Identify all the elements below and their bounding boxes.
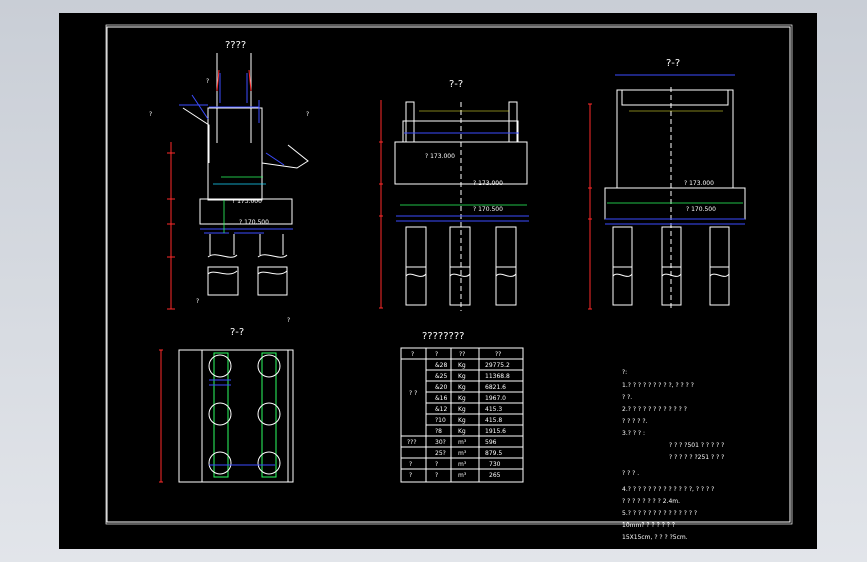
svg-text:?: ? (409, 472, 412, 479)
svg-text:&25: &25 (435, 373, 447, 380)
svg-text:? ? ? .: ? ? ? . (622, 470, 639, 477)
svg-text:6821.6: 6821.6 (485, 384, 506, 391)
svg-text:?: ? (409, 461, 412, 468)
svg-text:?: ? (435, 472, 438, 479)
drawing-canvas[interactable]: ???? ? ? ? ? 173.000 ? 170.500 ? ? ?-? ?… (59, 13, 817, 549)
section-a-elev-1: ? 173.000 (425, 153, 455, 160)
svg-text:? ?.: ? ?. (622, 394, 632, 401)
svg-text:&20: &20 (435, 384, 447, 391)
right-cut-side: ? (306, 111, 309, 118)
elevation-title: ???? (225, 40, 246, 51)
svg-text:&16: &16 (435, 395, 447, 402)
svg-text:???: ??? (407, 439, 417, 446)
section-b-elev-2: ? 170.500 (686, 206, 716, 213)
svg-text:? ? ? ?501 ? ? ? ? ?: ? ? ? ?501 ? ? ? ? ? (669, 442, 724, 449)
pile-note-left: ? (196, 298, 199, 305)
left-cut-side: ? (149, 111, 152, 118)
svg-text:29775.2: 29775.2 (485, 362, 510, 369)
svg-text:Kg: Kg (458, 384, 466, 391)
svg-text:m³: m³ (458, 472, 467, 479)
svg-text:730: 730 (489, 461, 501, 468)
svg-text:25?: 25? (435, 450, 446, 457)
svg-text:?: ? (435, 461, 438, 468)
table-header-2: ? (435, 351, 438, 358)
svg-text:1915.6: 1915.6 (485, 428, 506, 435)
plan-title: ?-? (230, 327, 244, 338)
svg-text:1.? ? ? ? ? ? ? ? ?, ? ?: 1.? ? ? ? ? ? ? ? ?, ? ? ? ? (622, 382, 694, 389)
section-b-title: ?-? (666, 58, 680, 69)
svg-text:4.? ? ? ? ? ? ? ? ? ? ? ? ?,: 4.? ? ? ? ? ? ? ? ? ? ? ? ?, ? ? ? ? (622, 486, 714, 493)
svg-text:415.3: 415.3 (485, 406, 502, 413)
svg-text:&28: &28 (435, 362, 447, 369)
svg-text:?8: ?8 (435, 428, 442, 435)
svg-text:Kg: Kg (458, 428, 466, 435)
outer-sheet (59, 13, 817, 549)
table-group-1: ? ? (409, 390, 417, 397)
svg-text:15X15cm, ? ? ? ?5cm.: 15X15cm, ? ? ? ?5cm. (622, 534, 688, 541)
table-header-1: ? (411, 351, 414, 358)
cad-viewport[interactable]: ???? ? ? ? ? 173.000 ? 170.500 ? ? ?-? ?… (0, 0, 867, 562)
svg-text:m³: m³ (458, 450, 467, 457)
svg-text:1967.0: 1967.0 (485, 395, 506, 402)
drawing-svg: ???? ? ? ? ? 173.000 ? 170.500 ? ? ?-? ?… (59, 13, 817, 549)
svg-text:?10: ?10 (435, 417, 446, 424)
svg-text:m³: m³ (458, 439, 467, 446)
svg-text:3.? ? ? :: 3.? ? ? : (622, 430, 645, 437)
svg-text:Kg: Kg (458, 362, 466, 369)
section-a-title: ?-? (449, 79, 463, 90)
section-a-elev-3: ? 170.500 (473, 206, 503, 213)
left-cut-top: ? (206, 78, 209, 85)
svg-text:&12: &12 (435, 406, 447, 413)
section-b-elev-1: ? 173.000 (684, 180, 714, 187)
svg-text:415.8: 415.8 (485, 417, 502, 424)
svg-text:Kg: Kg (458, 395, 466, 402)
svg-text:596: 596 (485, 439, 497, 446)
table-header-4: ?? (495, 351, 501, 358)
svg-text:? ? ? ? ? ?251 ? ? ?: ? ? ? ? ? ?251 ? ? ? (669, 454, 724, 461)
notes-title: ?: (622, 369, 627, 376)
svg-text:2.? ? ? ? ? ? ? ? ? ? ? ?: 2.? ? ? ? ? ? ? ? ? ? ? ? (622, 406, 687, 413)
svg-text:? ? ? ? ? ? ? ? 2.4m.: ? ? ? ? ? ? ? ? 2.4m. (622, 498, 680, 505)
svg-text:m³: m³ (458, 461, 467, 468)
section-a-elev-2: ? 173.000 (473, 180, 503, 187)
svg-text:879.5: 879.5 (485, 450, 502, 457)
elev-b-label: ? 170.500 (239, 219, 269, 226)
table-title: ???????? (422, 331, 464, 342)
svg-text:11368.8: 11368.8 (485, 373, 510, 380)
elev-a-label: ? 173.000 (232, 198, 262, 205)
svg-text:5.? ? ? ? ? ? ? ? ? ? ? ? ?: 5.? ? ? ? ? ? ? ? ? ? ? ? ? ? (622, 510, 697, 517)
svg-text:265: 265 (489, 472, 501, 479)
svg-text:Kg: Kg (458, 417, 466, 424)
table-header-3: ?? (459, 351, 465, 358)
svg-text:Kg: Kg (458, 373, 466, 380)
svg-text:30?: 30? (435, 439, 446, 446)
pile-note-right: ? (287, 317, 290, 324)
svg-text:? ? ? ? ?.: ? ? ? ? ?. (622, 418, 648, 425)
svg-text:Kg: Kg (458, 406, 466, 413)
svg-text:10mm? ? ? ? ? ? ?: 10mm? ? ? ? ? ? ? (622, 522, 675, 529)
